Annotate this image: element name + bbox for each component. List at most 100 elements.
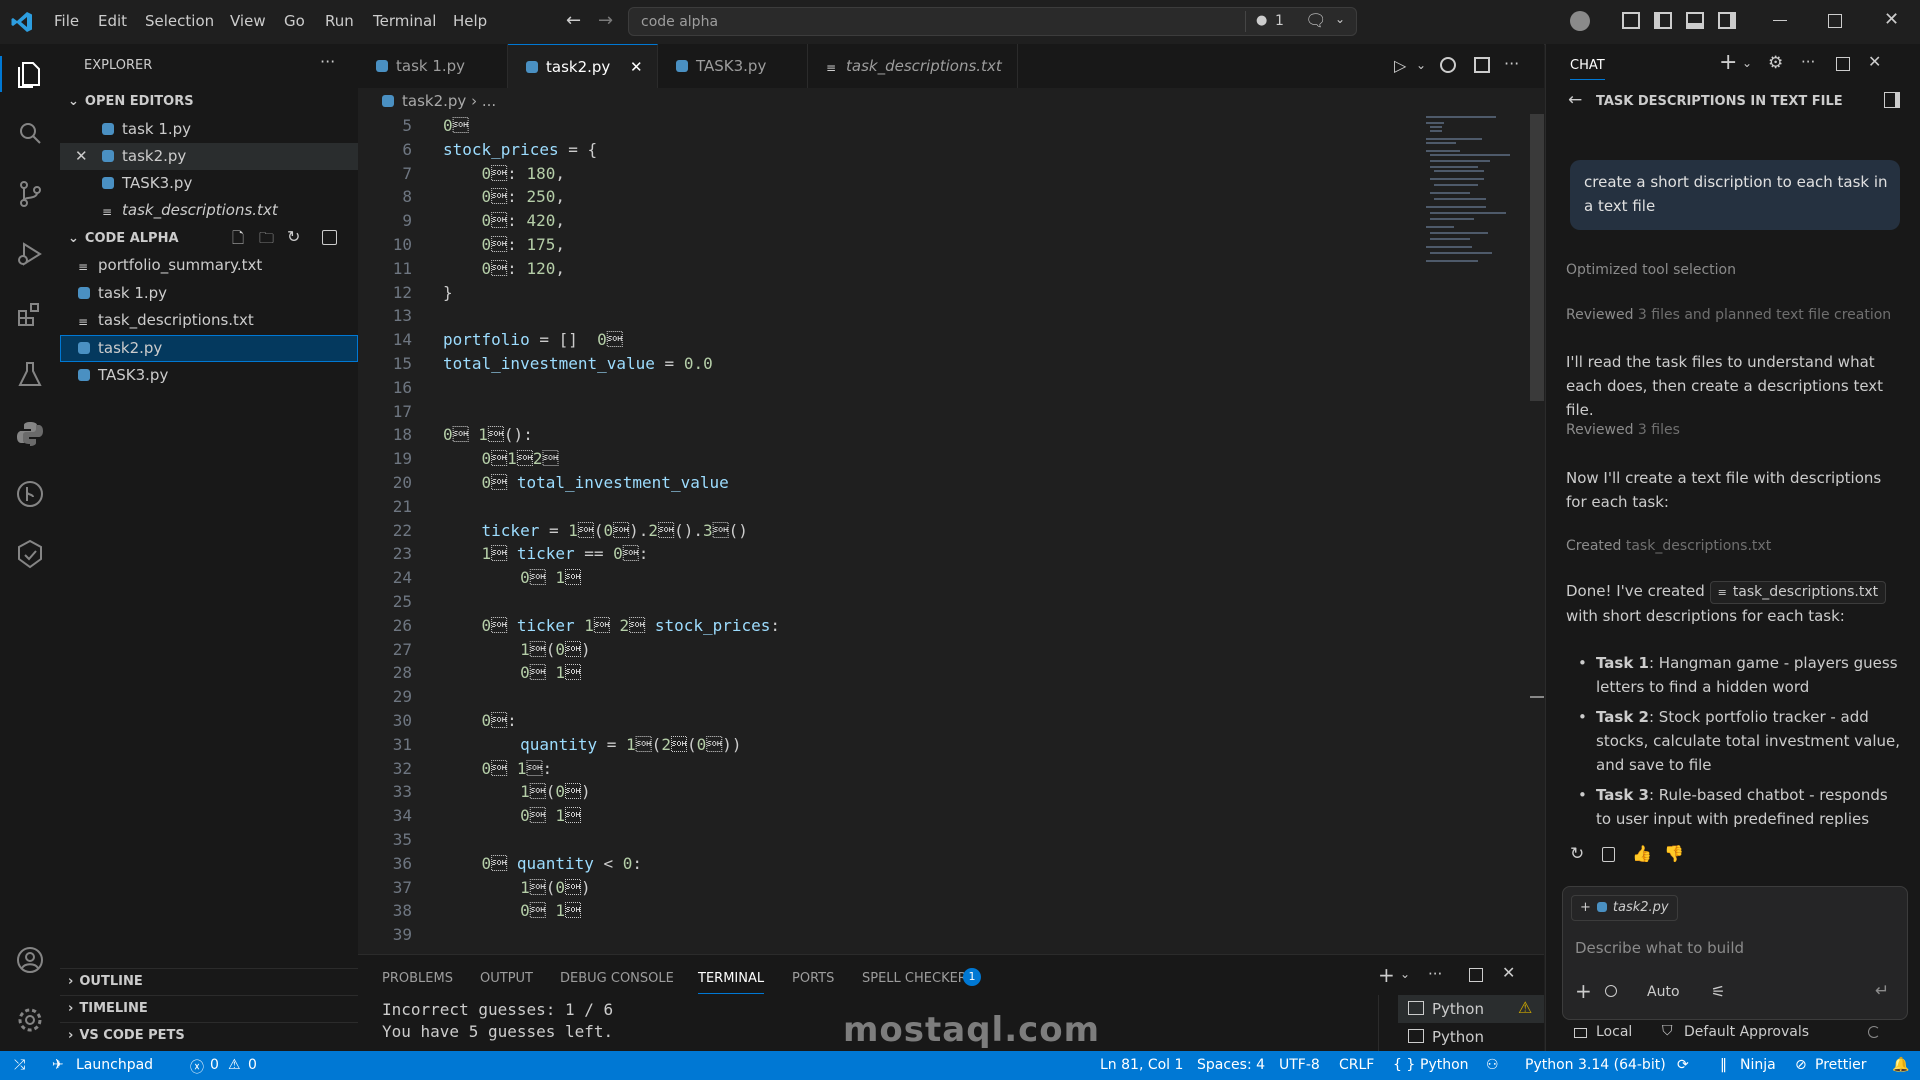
attach-icon[interactable]: + bbox=[1575, 979, 1592, 1003]
tab-task3[interactable]: TASK3.py bbox=[658, 44, 808, 88]
retry-icon[interactable]: ↻ bbox=[1570, 844, 1584, 864]
file-item-selected[interactable]: task2.py bbox=[60, 335, 358, 362]
tool-step[interactable]: Reviewed 3 files bbox=[1566, 422, 1680, 438]
code-line[interactable]: 0 1 bbox=[443, 901, 581, 920]
send-icon[interactable]: ↵ bbox=[1875, 981, 1889, 1001]
python-icon[interactable] bbox=[14, 418, 46, 450]
code-line[interactable]: 0: bbox=[443, 711, 517, 730]
line-ending[interactable]: CRLF bbox=[1339, 1057, 1374, 1073]
errors-icon[interactable]: ⓧ bbox=[190, 1057, 204, 1077]
search-icon[interactable] bbox=[14, 118, 46, 150]
git-graph-icon[interactable] bbox=[14, 478, 46, 510]
toggle-sessions-icon[interactable] bbox=[1884, 92, 1900, 108]
code-line[interactable]: 0 ticker 1 2 stock_prices: bbox=[443, 616, 781, 635]
maximize-panel-icon[interactable] bbox=[1469, 968, 1483, 982]
approvals-setting[interactable]: Default Approvals bbox=[1684, 1024, 1809, 1040]
tab-spell-checker[interactable]: SPELL CHECKER bbox=[862, 971, 967, 986]
chat-input-placeholder[interactable]: Describe what to build bbox=[1575, 939, 1744, 957]
encoding[interactable]: UTF-8 bbox=[1279, 1057, 1320, 1073]
menu-go[interactable]: Go bbox=[284, 12, 305, 30]
menu-edit[interactable]: Edit bbox=[98, 12, 127, 30]
run-debug-icon[interactable] bbox=[14, 238, 46, 270]
close-window-icon[interactable]: ✕ bbox=[1884, 9, 1899, 30]
source-control-icon[interactable] bbox=[14, 178, 46, 210]
restore-icon[interactable] bbox=[1828, 14, 1842, 28]
language-mode[interactable]: Python bbox=[1420, 1057, 1469, 1073]
remote-icon[interactable]: ⤮ bbox=[14, 1057, 25, 1073]
scrollbar-thumb[interactable] bbox=[1530, 114, 1544, 401]
extensions-icon[interactable] bbox=[14, 298, 46, 330]
menu-view[interactable]: View bbox=[230, 12, 266, 30]
tool-step[interactable]: Created task_descriptions.txt bbox=[1566, 538, 1771, 554]
tool-step[interactable]: Optimized tool selection bbox=[1566, 262, 1736, 278]
open-editors-header[interactable]: ⌄ OPEN EDITORS bbox=[68, 94, 194, 109]
tab-output[interactable]: OUTPUT bbox=[480, 971, 533, 986]
open-editor-item[interactable]: ≡ task_descriptions.txt bbox=[60, 197, 358, 224]
toggle-sidebar-icon[interactable] bbox=[1654, 12, 1672, 29]
code-editor[interactable]: 5 0 6 stock_prices = {7 0: 180, 8 0: 250,… bbox=[358, 114, 1544, 954]
back-arrow-icon[interactable]: ← bbox=[1568, 90, 1582, 110]
toggle-panel-icon[interactable] bbox=[1686, 12, 1704, 29]
more-actions-icon[interactable]: ··· bbox=[1504, 54, 1519, 73]
session-location[interactable]: Local bbox=[1596, 1024, 1632, 1040]
mode-icon[interactable] bbox=[1605, 985, 1617, 997]
code-line[interactable]: 1(0) bbox=[443, 640, 591, 659]
launchpad[interactable]: Launchpad bbox=[76, 1057, 153, 1073]
code-line[interactable]: 0 bbox=[443, 116, 469, 135]
new-terminal-icon[interactable]: + bbox=[1378, 963, 1395, 987]
menu-selection[interactable]: Selection bbox=[145, 12, 214, 30]
code-line[interactable]: 0 1 bbox=[443, 806, 581, 825]
code-line[interactable]: 0: 250, bbox=[443, 187, 565, 206]
error-count[interactable]: 0 bbox=[210, 1057, 219, 1073]
more-actions-icon[interactable]: ··· bbox=[320, 52, 335, 71]
copilot-chat-icon[interactable]: 🗨 bbox=[1305, 11, 1327, 31]
refresh-icon[interactable]: ↻ bbox=[287, 227, 300, 246]
tab-task2[interactable]: task2.py ✕ bbox=[508, 44, 658, 88]
tab-task-descriptions[interactable]: ≡ task_descriptions.txt bbox=[808, 44, 1018, 88]
timeline-header[interactable]: › TIMELINE bbox=[68, 1001, 148, 1016]
copilot-icon[interactable] bbox=[1440, 57, 1456, 73]
accounts-icon[interactable] bbox=[1570, 11, 1590, 31]
layout-customize-icon[interactable] bbox=[1622, 12, 1640, 29]
vscode-pets-header[interactable]: › VS CODE PETS bbox=[68, 1028, 185, 1043]
new-file-icon[interactable]: 🗋 bbox=[232, 228, 244, 253]
folder-header[interactable]: ⌄ CODE ALPHA bbox=[68, 231, 179, 246]
chevron-down-icon[interactable]: ⌄ bbox=[1416, 58, 1426, 72]
file-item[interactable]: TASK3.py bbox=[60, 362, 358, 389]
breadcrumb-file[interactable]: task2.py › ... bbox=[382, 92, 496, 110]
ninja[interactable]: Ninja bbox=[1740, 1057, 1776, 1073]
close-panel-icon[interactable]: ✕ bbox=[1502, 963, 1515, 982]
tab-debug-console[interactable]: DEBUG CONSOLE bbox=[560, 971, 674, 986]
menu-run[interactable]: Run bbox=[325, 12, 354, 30]
code-line[interactable]: 0 quantity < 0: bbox=[443, 854, 643, 873]
minimize-icon[interactable] bbox=[1773, 20, 1787, 21]
command-center-search[interactable]: code alpha ● 1 🗨 ⌄ bbox=[628, 7, 1357, 36]
forward-arrow-icon[interactable]: → bbox=[598, 10, 613, 31]
warning-count[interactable]: 0 bbox=[248, 1057, 257, 1073]
new-folder-icon[interactable]: 🗀 bbox=[259, 228, 274, 253]
close-chat-icon[interactable]: ✕ bbox=[1868, 52, 1881, 71]
open-editor-item[interactable]: TASK3.py bbox=[60, 170, 358, 197]
indentation[interactable]: Spaces: 4 bbox=[1197, 1057, 1265, 1073]
code-line[interactable]: 0 total_investment_value bbox=[443, 473, 729, 492]
code-line[interactable]: 0 1(): bbox=[443, 425, 533, 444]
testing-flask-icon[interactable] bbox=[14, 358, 46, 390]
chevron-down-icon[interactable]: ⌄ bbox=[1400, 967, 1410, 981]
code-line[interactable]: 0: 180, bbox=[443, 164, 565, 183]
terminal-output[interactable]: Incorrect guesses: 1 / 6 You have 5 gues… bbox=[382, 999, 613, 1043]
explorer-icon[interactable] bbox=[14, 58, 46, 90]
code-line[interactable]: 0: 120, bbox=[443, 259, 565, 278]
more-actions-icon[interactable]: ··· bbox=[1801, 53, 1815, 71]
more-actions-icon[interactable]: ··· bbox=[1428, 965, 1442, 983]
settings-gear-icon[interactable] bbox=[14, 1004, 46, 1036]
tool-step[interactable]: Reviewed 3 files and planned text file c… bbox=[1566, 307, 1891, 323]
context-chip[interactable]: + task2.py bbox=[1571, 895, 1678, 921]
code-line[interactable]: quantity = 1(2(0)) bbox=[443, 735, 741, 754]
chevron-down-icon[interactable]: ⌄ bbox=[1335, 12, 1345, 26]
run-python-icon[interactable]: ▷ bbox=[1394, 56, 1406, 75]
tab-ports[interactable]: PORTS bbox=[792, 971, 834, 986]
terminal-list-item[interactable]: Python bbox=[1398, 1023, 1544, 1051]
tab-terminal[interactable]: TERMINAL bbox=[698, 971, 765, 994]
collapse-all-icon[interactable] bbox=[322, 230, 337, 245]
file-reference-chip[interactable]: ≡ task_descriptions.txt bbox=[1709, 581, 1887, 604]
